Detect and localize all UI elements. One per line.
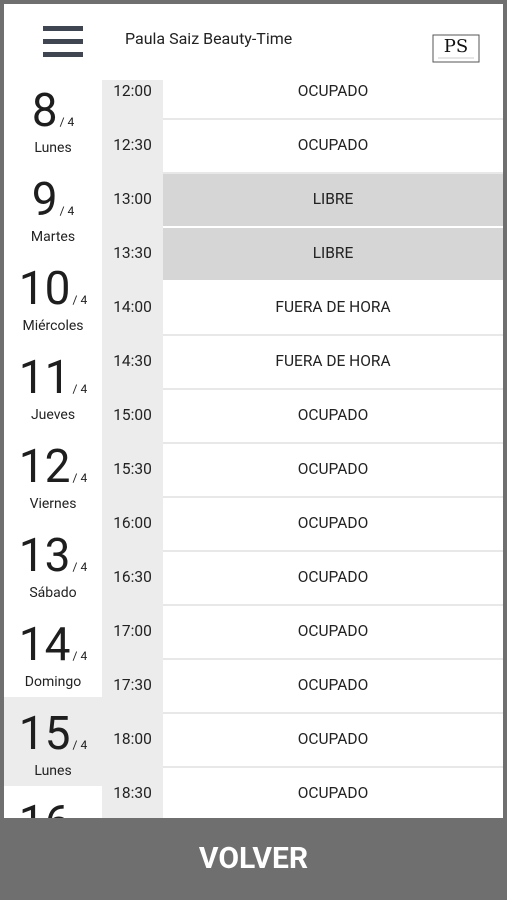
slot-status: OCUPADO (297, 136, 369, 154)
day-number-value: 11 (18, 351, 71, 405)
slot-time: 16:30 (113, 568, 152, 586)
slot-time: 13:30 (113, 244, 152, 262)
slot-status: OCUPADO (297, 676, 369, 694)
slot-status: OCUPADO (297, 568, 369, 586)
logo-icon: PS (432, 34, 480, 63)
day-number-value: 12 (18, 440, 71, 494)
day-month: / 4 (59, 204, 75, 218)
day-weekday: Domingo (24, 674, 82, 690)
slot-status: OCUPADO (297, 514, 369, 532)
slot-time: 15:30 (113, 460, 152, 478)
day-month: / 4 (72, 471, 88, 485)
day-weekday: Miércoles (22, 318, 84, 334)
slot-status: FUERA DE HORA (275, 298, 391, 316)
slot-status: OCUPADO (297, 406, 369, 424)
day-item[interactable]: 14/ 4 Domingo (4, 608, 102, 697)
slot-time: 12:30 (113, 136, 152, 154)
day-month: / 4 (72, 382, 88, 396)
slot-time: 14:00 (113, 298, 152, 316)
day-item[interactable]: 9/ 4 Martes (4, 163, 102, 252)
day-month: / 4 (72, 649, 88, 663)
day-selector: 8/ 4 Lunes 9/ 4 Martes 10/ 4 Miércoles 11/ 4 Ju… (4, 80, 102, 818)
slot-time: 16:00 (113, 514, 152, 532)
day-number-value: 15 (18, 707, 71, 761)
day-month: / 4 (72, 738, 88, 752)
time-slot[interactable]: FUERA DE HORA (163, 282, 503, 336)
day-item[interactable]: 8/ 4 Lunes (4, 80, 102, 163)
time-slot[interactable]: OCUPADO (163, 498, 503, 552)
time-slot[interactable]: OCUPADO (163, 552, 503, 606)
day-weekday: Jueves (30, 407, 76, 423)
day-item[interactable]: 12/ 4 Viernes (4, 430, 102, 519)
time-slot[interactable]: OCUPADO (163, 80, 503, 120)
day-number-value: 14 (18, 618, 71, 672)
slot-status: OCUPADO (297, 82, 369, 100)
day-weekday: Sábado (29, 585, 77, 601)
time-slot[interactable]: OCUPADO (163, 390, 503, 444)
volver-button[interactable]: VOLVER (0, 818, 507, 900)
slot-status: OCUPADO (297, 460, 369, 478)
day-month: / 4 (72, 560, 88, 574)
time-slot[interactable]: OCUPADO (163, 714, 503, 768)
header: Paula Saiz Beauty-Time PS (4, 4, 503, 80)
day-number-value: 10 (18, 262, 71, 316)
day-month: / 4 (72, 293, 88, 307)
time-slot[interactable]: LIBRE (163, 174, 503, 228)
time-slot[interactable]: OCUPADO (163, 768, 503, 818)
day-weekday: Lunes (34, 763, 72, 779)
time-slot[interactable]: OCUPADO (163, 120, 503, 174)
slot-time: 15:00 (113, 406, 152, 424)
time-slot[interactable]: OCUPADO (163, 606, 503, 660)
slot-time: 12:00 (113, 82, 152, 100)
day-weekday: Viernes (29, 496, 77, 512)
slot-status: OCUPADO (297, 730, 369, 748)
slot-time: 17:30 (113, 676, 152, 694)
day-number-value: 9 (31, 173, 58, 227)
day-item[interactable]: 11/ 4 Jueves (4, 341, 102, 430)
slot-time: 18:00 (113, 730, 152, 748)
slot-status: LIBRE (312, 190, 354, 208)
slot-time: 17:00 (113, 622, 152, 640)
logo-letters: PS (444, 36, 468, 57)
day-month: / 4 (59, 115, 75, 129)
day-weekday: Lunes (34, 140, 72, 156)
day-item[interactable]: 13/ 4 Sábado (4, 519, 102, 608)
day-item[interactable]: 16/ 4 (4, 786, 102, 818)
time-slot[interactable]: LIBRE (163, 228, 503, 282)
day-number-value: 16 (19, 796, 71, 818)
slot-status: OCUPADO (297, 622, 369, 640)
slot-status: OCUPADO (297, 784, 369, 802)
day-number-value: 13 (18, 529, 71, 583)
day-number-value: 8 (31, 84, 58, 138)
time-slot[interactable]: OCUPADO (163, 660, 503, 714)
day-weekday: Martes (30, 229, 76, 245)
app-frame: Paula Saiz Beauty-Time PS 8/ 4 Lunes 9/ 4M… (4, 4, 503, 818)
slot-status: LIBRE (312, 244, 354, 262)
hamburger-menu-icon[interactable] (43, 26, 83, 58)
time-slot[interactable]: FUERA DE HORA (163, 336, 503, 390)
slot-time: 18:30 (113, 784, 152, 802)
app-title: Paula Saiz Beauty-Time (125, 29, 293, 48)
slot-status: FUERA DE HORA (275, 352, 391, 370)
slot-list: OCUPADO OCUPADO LIBRE LIBRE FUERA DE HORA FUE… (163, 80, 503, 818)
slot-time: 14:30 (113, 352, 152, 370)
time-column: 12:00 12:30 13:00 13:30 14:00 14:30 15:00 15:30… (102, 80, 163, 818)
day-item[interactable]: 10/ 4 Miércoles (4, 252, 102, 341)
time-slot[interactable]: OCUPADO (163, 444, 503, 498)
day-item[interactable]: 15/ 4 Lunes (4, 697, 102, 786)
day-number: 16/ 4 (4, 796, 102, 818)
slot-time: 13:00 (113, 190, 152, 208)
